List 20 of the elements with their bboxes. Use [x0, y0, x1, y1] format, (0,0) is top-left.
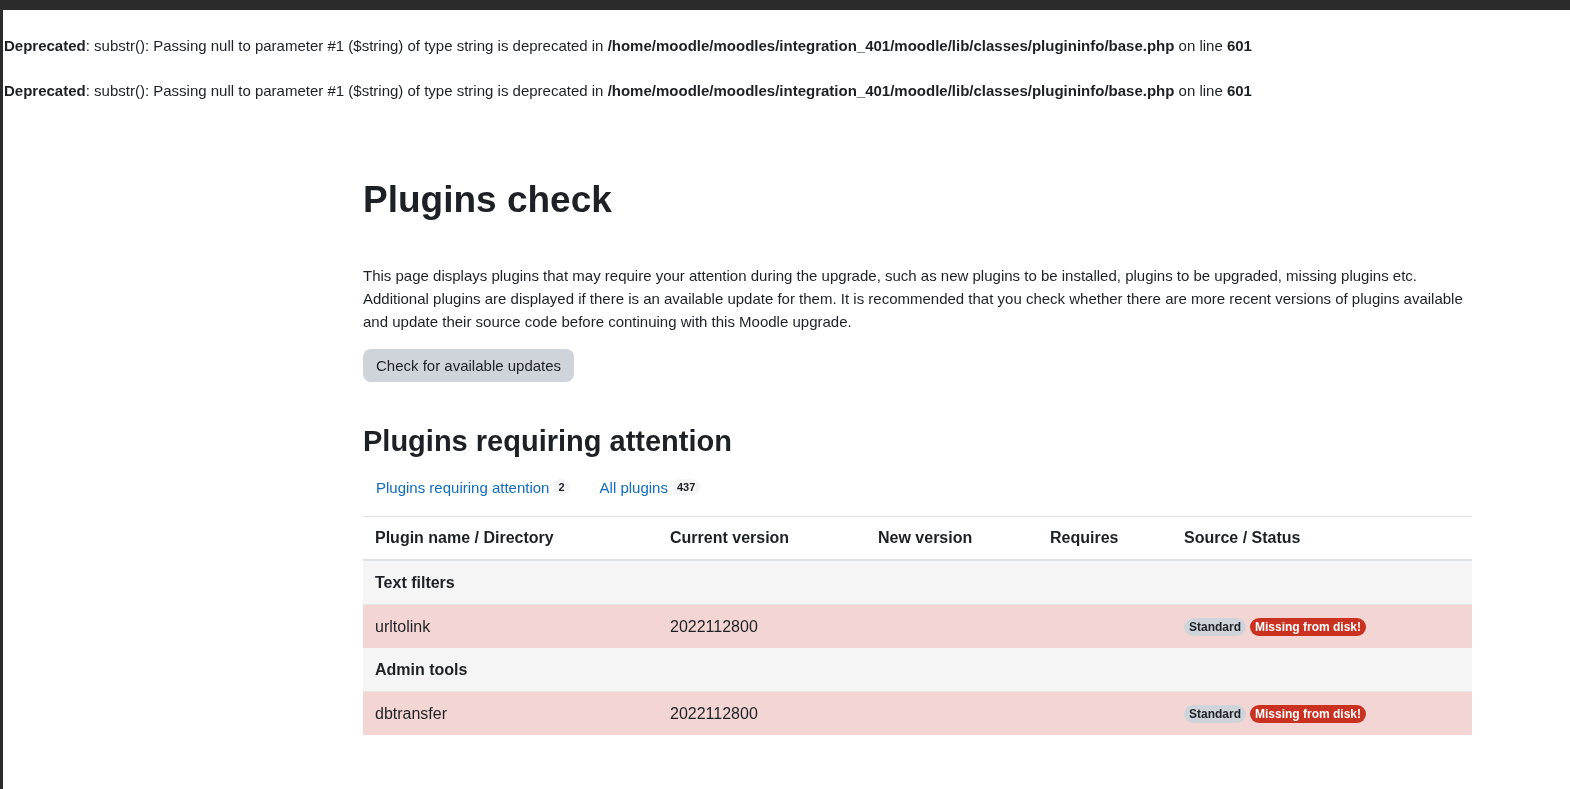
count-badge: 437 — [671, 479, 701, 495]
plugin-name: dbtransfer — [363, 691, 658, 735]
tab-link[interactable]: All plugins — [599, 478, 668, 496]
status-badge: Standard — [1184, 618, 1246, 636]
deprecation-notice: Deprecated: substr(): Passing null to parameter #1 ($string) of type string is deprecated in /home/moodle/moodles/integration_401/moodle/lib/classes/plugininfo/base.php on line 601 — [4, 37, 1253, 55]
count-badge: 2 — [553, 479, 570, 495]
tab-link[interactable]: Plugins requiring attention — [376, 478, 550, 496]
deprecation-notice: Deprecated: substr(): Passing null to parameter #1 ($string) of type string is deprecated in /home/moodle/moodles/integration_401/moodle/lib/classes/plugininfo/base.php on line 601 — [4, 82, 1253, 100]
status-badge: Missing from disk! — [1250, 705, 1367, 723]
status-badge: Standard — [1184, 705, 1246, 723]
check-updates-button[interactable]: Check for available updates — [363, 349, 575, 382]
group-header: Text filters — [363, 560, 1472, 605]
group-header: Admin tools — [363, 648, 1472, 692]
intro-paragraph: This page displays plugins that may require your attention during the upgrade, such as new plugins to be installed, plugins to be upgraded, missing plugins etc. Additional plugins are displayed if there is an available update for them. It is recommended that you check whether there are more recent versions of plugins available and update their source code before continuing with this Moodle upgrade. — [363, 266, 1464, 332]
status-badge: Missing from disk! — [1250, 618, 1367, 636]
version-cell: 2022112800 — [658, 691, 866, 735]
page-title: Plugins check — [363, 178, 613, 222]
version-cell: 2022112800 — [658, 604, 866, 648]
section-title: Plugins requiring attention — [363, 424, 733, 458]
plugin-name: urltolink — [363, 604, 658, 648]
